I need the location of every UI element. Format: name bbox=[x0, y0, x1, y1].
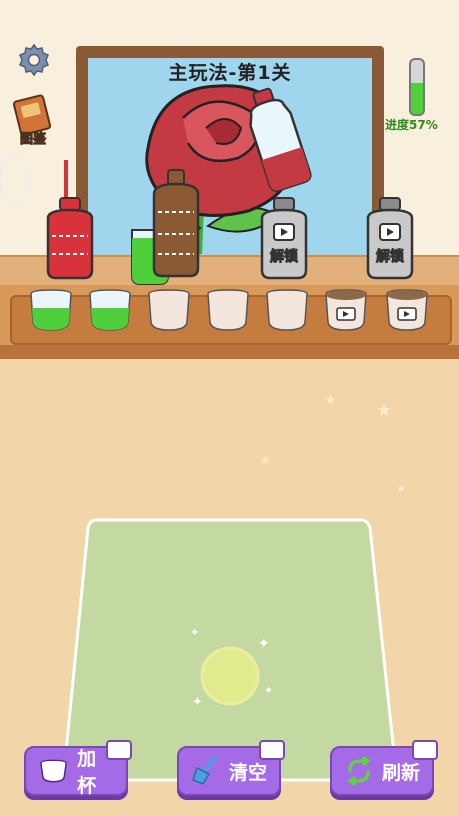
broom-icon bbox=[192, 756, 217, 785]
video-ad-icon bbox=[106, 740, 132, 760]
video-ad-icon bbox=[259, 740, 285, 760]
gear-icon[interactable] bbox=[16, 42, 52, 78]
unlock-label-2[interactable]: 解锁 bbox=[360, 246, 420, 266]
bottle-locked-2[interactable] bbox=[360, 196, 420, 282]
svg-text:★: ★ bbox=[396, 482, 406, 495]
refresh-button[interactable]: 刷新 bbox=[330, 740, 438, 796]
refresh-label: 刷新 bbox=[382, 761, 421, 784]
cup-6-locked[interactable] bbox=[323, 288, 369, 332]
add-cup-button[interactable]: 加杯 bbox=[24, 740, 132, 797]
cup-1[interactable] bbox=[28, 288, 74, 332]
cup-4[interactable] bbox=[205, 288, 251, 332]
bottle-red[interactable] bbox=[40, 196, 100, 282]
progress-bar bbox=[409, 58, 425, 116]
refresh-icon bbox=[347, 756, 371, 786]
svg-text:★: ★ bbox=[260, 453, 271, 467]
pouring-bottle bbox=[249, 87, 312, 192]
bottle-brown[interactable] bbox=[146, 168, 206, 280]
level-title: 主玩法-第1关 bbox=[168, 62, 292, 84]
cup-2[interactable] bbox=[87, 288, 133, 332]
clear-label: 清空 bbox=[229, 761, 268, 784]
clear-button[interactable]: 清空 bbox=[177, 740, 285, 796]
progress-label: 进度57% bbox=[385, 118, 438, 132]
svg-text:✦: ✦ bbox=[264, 684, 273, 697]
svg-text:✦: ✦ bbox=[192, 695, 203, 710]
svg-text:✦: ✦ bbox=[190, 626, 199, 639]
cup-7-locked[interactable] bbox=[384, 288, 430, 332]
svg-text:✦: ✦ bbox=[258, 636, 270, 652]
bottle-locked-1[interactable] bbox=[254, 196, 314, 282]
svg-text:★: ★ bbox=[376, 400, 392, 421]
shelf-front bbox=[0, 345, 459, 359]
sparkle-stars: ★ ★ ★ ★ ★ bbox=[260, 392, 406, 540]
cup-5[interactable] bbox=[264, 288, 310, 332]
cup-3[interactable] bbox=[146, 288, 192, 332]
svg-text:★: ★ bbox=[324, 392, 337, 408]
cup-icon bbox=[40, 759, 67, 783]
progress-fill bbox=[411, 83, 423, 114]
video-ad-icon bbox=[412, 740, 438, 760]
unlock-label-1[interactable]: 解锁 bbox=[254, 246, 314, 266]
